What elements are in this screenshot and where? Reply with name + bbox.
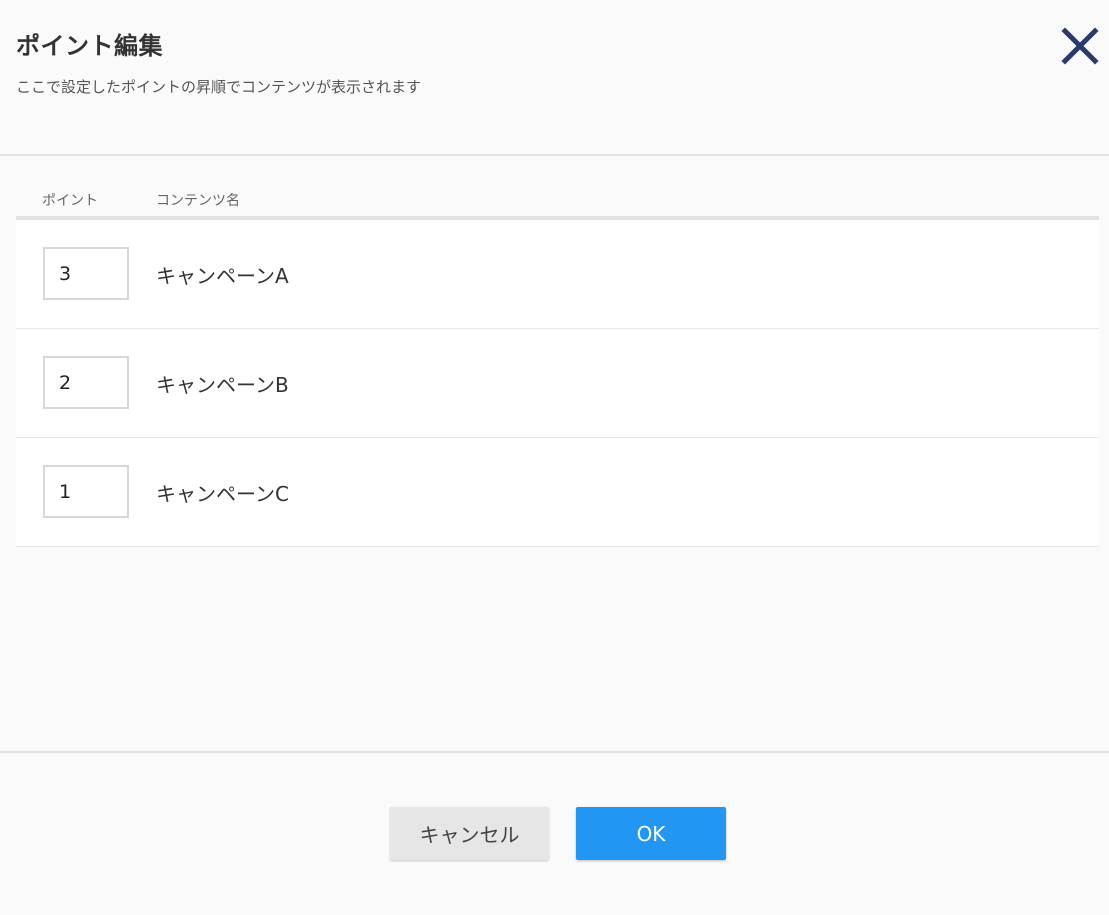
cancel-button[interactable]: キャンセル: [390, 807, 549, 860]
content-name: キャンペーンB: [156, 373, 289, 397]
close-button[interactable]: [1060, 26, 1100, 66]
point-input[interactable]: [43, 465, 129, 518]
content-name: キャンペーンA: [156, 264, 289, 288]
point-input[interactable]: [43, 247, 129, 300]
close-icon: [1061, 27, 1099, 65]
dialog-subtitle: ここで設定したポイントの昇順でコンテンツが表示されます: [16, 78, 422, 96]
column-header-point: ポイント: [42, 193, 98, 209]
point-edit-dialog: ポイント編集 ここで設定したポイントの昇順でコンテンツが表示されます ポイント …: [0, 0, 1109, 915]
column-header-content-name: コンテンツ名: [156, 193, 240, 209]
dialog-title: ポイント編集: [16, 32, 163, 60]
footer-divider: [0, 751, 1109, 753]
table-header: ポイント コンテンツ名: [16, 183, 1099, 220]
content-name: キャンペーンC: [156, 482, 289, 506]
point-table: ポイント コンテンツ名 キャンペーンA キャンペーンB キャンペーンC: [16, 183, 1099, 547]
ok-button[interactable]: OK: [576, 807, 726, 860]
point-input[interactable]: [43, 356, 129, 409]
dialog-header: ポイント編集 ここで設定したポイントの昇順でコンテンツが表示されます: [0, 0, 1109, 155]
table-row: キャンペーンC: [16, 438, 1099, 547]
table-row: キャンペーンA: [16, 220, 1099, 329]
header-divider: [0, 154, 1109, 156]
table-row: キャンペーンB: [16, 329, 1099, 438]
